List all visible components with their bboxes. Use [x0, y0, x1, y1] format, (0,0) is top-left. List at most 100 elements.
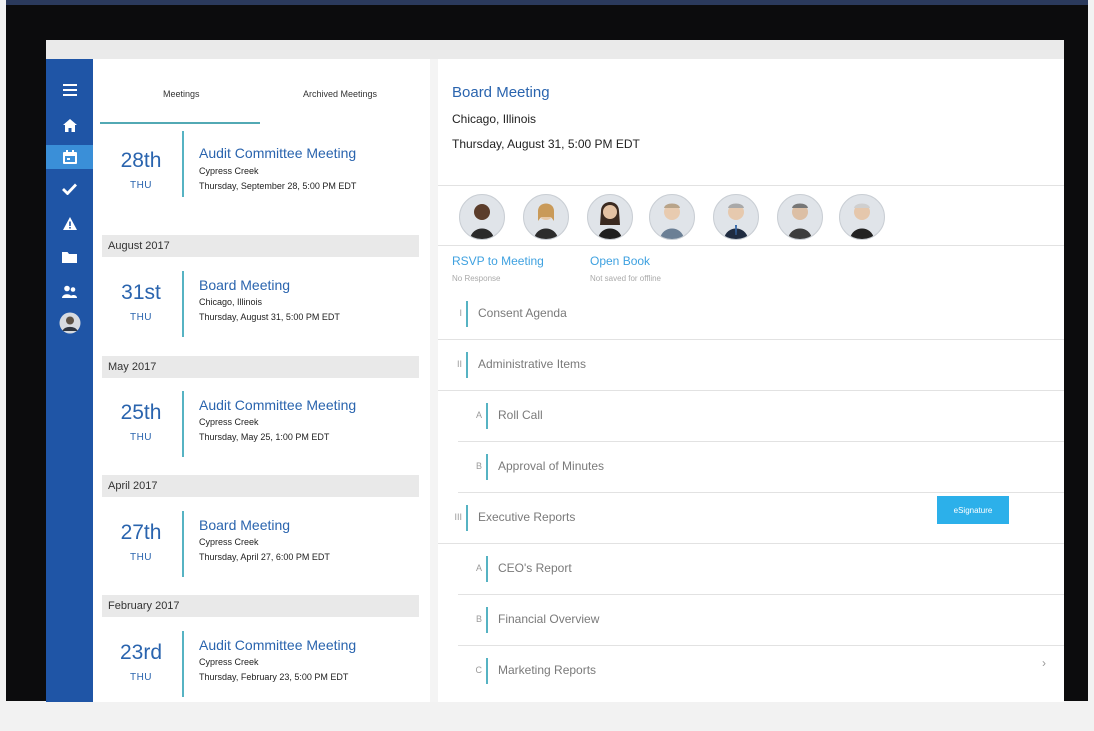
- meeting-datetime: Thursday, September 28, 5:00 PM EDT: [199, 181, 357, 191]
- meeting-datetime: Thursday, August 31, 5:00 PM EDT: [199, 312, 340, 322]
- meeting-weekday: THU: [129, 552, 153, 563]
- agenda-bar: [486, 454, 488, 480]
- meeting-detail-panel: Board Meeting Chicago, Illinois Thursday…: [438, 59, 1064, 702]
- meeting-datetime: Thursday, February 23, 5:00 PM EDT: [199, 672, 349, 682]
- month-header: August 2017: [102, 235, 419, 257]
- meeting-title: Board Meeting: [199, 277, 291, 293]
- meeting-tabs: Meetings Archived Meetings: [93, 59, 430, 127]
- attendee-avatar[interactable]: [523, 194, 569, 240]
- meeting-datetime: Thursday, May 25, 1:00 PM EDT: [199, 432, 330, 442]
- month-header-label: August 2017: [108, 240, 170, 252]
- esignature-button[interactable]: eSignature: [937, 496, 1009, 524]
- agenda-item[interactable]: B Financial Overview: [458, 595, 1064, 646]
- agenda-bar: [486, 556, 488, 582]
- attendee-avatar[interactable]: [839, 194, 885, 240]
- agenda-item[interactable]: C Marketing Reports: [458, 646, 1064, 697]
- meeting-weekday: THU: [129, 312, 153, 323]
- status-bar: [46, 40, 1064, 59]
- sidebar: [46, 59, 93, 702]
- meeting-title: Audit Committee Meeting: [199, 397, 357, 413]
- month-header-label: May 2017: [108, 361, 157, 373]
- meetings-list-panel: Meetings Archived Meetings 28th THU Audi…: [93, 59, 430, 702]
- divider-line: [438, 185, 1064, 186]
- agenda-item[interactable]: B Approval of Minutes: [458, 442, 1064, 493]
- meeting-card[interactable]: 25th THU Audit Committee Meeting Cypress…: [93, 377, 430, 477]
- meeting-weekday: THU: [129, 180, 153, 191]
- attendee-avatar[interactable]: [777, 194, 823, 240]
- agenda-label: Administrative Items: [478, 357, 587, 371]
- divider-line: [438, 245, 1064, 246]
- month-header: February 2017: [102, 595, 419, 617]
- open-book-link[interactable]: Open Book: [590, 254, 650, 268]
- home-icon[interactable]: [56, 113, 83, 137]
- agenda-item[interactable]: A Roll Call: [458, 391, 1064, 442]
- meeting-day: 23rd: [119, 641, 163, 664]
- card-divider: [182, 131, 184, 197]
- meeting-day: 28th: [120, 149, 162, 172]
- agenda-label: Marketing Reports: [498, 663, 597, 677]
- tab-archived-meetings[interactable]: Archived Meetings: [303, 89, 377, 99]
- card-divider: [182, 631, 184, 697]
- agenda-number: B: [475, 461, 482, 471]
- agenda-item[interactable]: I Consent Agenda: [438, 289, 1064, 340]
- agenda-label: Approval of Minutes: [498, 459, 605, 473]
- folder-icon[interactable]: [56, 245, 83, 269]
- agenda-item[interactable]: A CEO's Report: [458, 544, 1064, 595]
- monitor-frame: Meetings Archived Meetings 28th THU Audi…: [0, 0, 1094, 731]
- agenda-number: A: [475, 563, 482, 573]
- meeting-card[interactable]: 31st THU Board Meeting Chicago, Illinois…: [93, 257, 430, 357]
- detail-location: Chicago, Illinois: [452, 112, 537, 126]
- profile-avatar-icon[interactable]: [56, 311, 83, 335]
- people-icon[interactable]: [56, 279, 83, 303]
- menu-icon[interactable]: [56, 78, 83, 102]
- agenda-number: III: [454, 512, 462, 522]
- checkmark-icon[interactable]: [56, 177, 83, 201]
- meeting-card[interactable]: 23rd THU Audit Committee Meeting Cypress…: [93, 617, 430, 702]
- frame-left-edge: [0, 0, 6, 731]
- month-header: May 2017: [102, 356, 419, 378]
- agenda-number: C: [475, 665, 483, 675]
- meeting-datetime: Thursday, April 27, 6:00 PM EDT: [199, 552, 330, 562]
- agenda-label: Consent Agenda: [478, 306, 567, 320]
- meeting-title: Audit Committee Meeting: [199, 637, 357, 653]
- attendee-avatar[interactable]: [649, 194, 695, 240]
- attendee-avatar[interactable]: [459, 194, 505, 240]
- meeting-card[interactable]: 27th THU Board Meeting Cypress Creek Thu…: [93, 497, 430, 597]
- agenda-bar: [486, 403, 488, 429]
- meeting-location: Chicago, Illinois: [199, 297, 263, 307]
- meeting-title: Audit Committee Meeting: [199, 145, 357, 161]
- agenda-bar: [486, 607, 488, 633]
- panel-divider: [430, 59, 438, 702]
- attendee-avatar[interactable]: [713, 194, 759, 240]
- meeting-weekday: THU: [129, 432, 153, 443]
- frame-top-edge: [0, 0, 1094, 5]
- open-book-status: Not saved for offline: [590, 274, 662, 283]
- meeting-location: Cypress Creek: [199, 166, 259, 176]
- month-header-label: April 2017: [108, 480, 158, 492]
- card-divider: [182, 511, 184, 577]
- meeting-location: Cypress Creek: [199, 417, 259, 427]
- detail-datetime: Thursday, August 31, 5:00 PM EDT: [452, 137, 640, 151]
- agenda-item[interactable]: II Administrative Items: [438, 340, 1064, 391]
- agenda-number: B: [475, 614, 482, 624]
- chevron-right-icon[interactable]: ›: [1042, 656, 1046, 670]
- month-header-label: February 2017: [108, 600, 180, 612]
- meeting-day: 25th: [120, 401, 162, 424]
- active-tab-indicator: [100, 122, 260, 124]
- month-header: April 2017: [102, 475, 419, 497]
- meeting-location: Cypress Creek: [199, 657, 259, 667]
- agenda-label: CEO's Report: [498, 561, 572, 575]
- meeting-location: Cypress Creek: [199, 537, 259, 547]
- agenda-label: Roll Call: [498, 408, 543, 422]
- meeting-day: 31st: [121, 281, 161, 304]
- tab-meetings[interactable]: Meetings: [163, 89, 200, 99]
- agenda-number: I: [459, 308, 462, 318]
- rsvp-link[interactable]: RSVP to Meeting: [452, 254, 544, 268]
- meeting-card[interactable]: 28th THU Audit Committee Meeting Cypress…: [93, 129, 430, 229]
- agenda-number: A: [475, 410, 482, 420]
- warning-icon[interactable]: [56, 211, 83, 235]
- attendee-avatar[interactable]: [587, 194, 633, 240]
- agenda-number: II: [456, 359, 462, 369]
- calendar-icon[interactable]: [46, 145, 93, 169]
- card-divider: [182, 271, 184, 337]
